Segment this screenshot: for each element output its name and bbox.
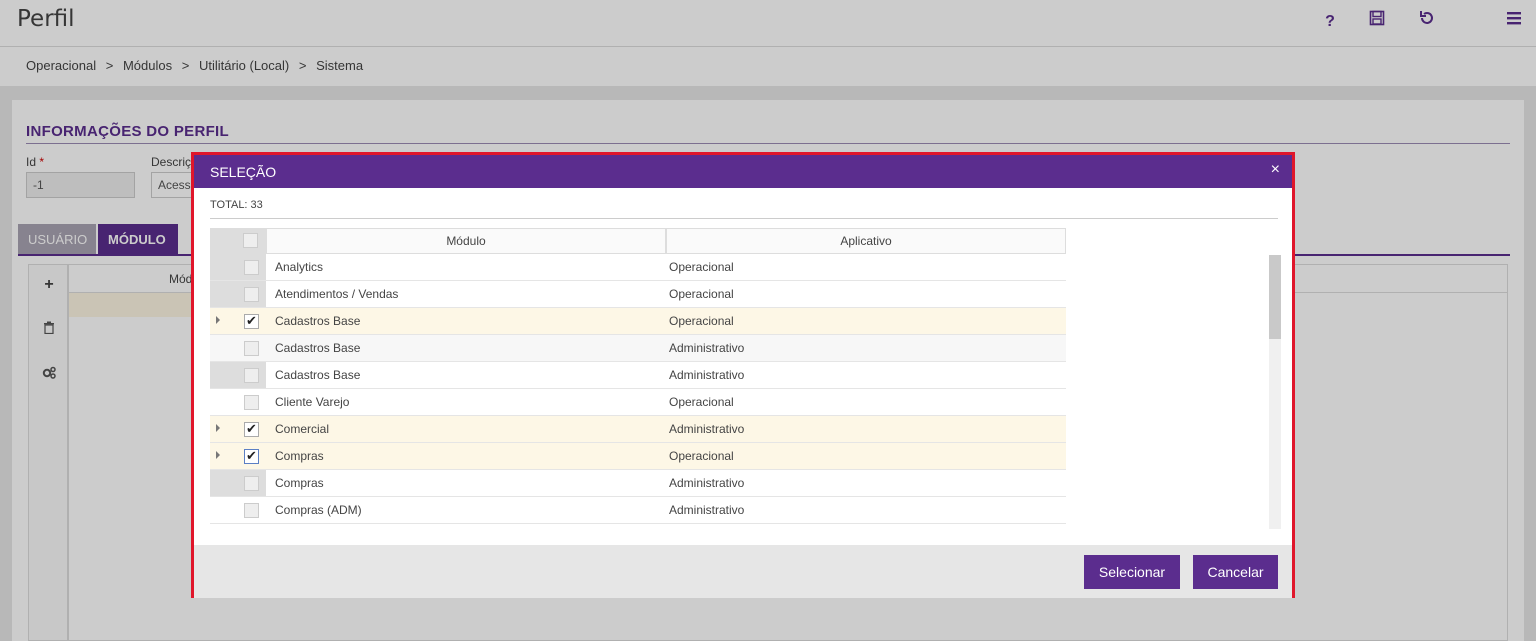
cell-aplicativo: Administrativo [669, 476, 745, 490]
cell-aplicativo: Administrativo [669, 368, 745, 382]
scrollbar-thumb[interactable] [1269, 255, 1281, 339]
row-checkbox[interactable] [244, 287, 259, 302]
expand-arrow-icon[interactable] [216, 451, 220, 459]
expand-arrow-icon[interactable] [216, 316, 220, 324]
column-header-aplicativo[interactable]: Aplicativo [666, 228, 1066, 254]
column-header-modulo[interactable]: Módulo [266, 228, 666, 254]
modal-footer: Selecionar Cancelar [194, 545, 1292, 598]
row-checkbox[interactable] [244, 341, 259, 356]
table-row[interactable]: Compras (ADM) Administrativo [210, 497, 1066, 524]
table-row[interactable]: Cadastros Base Administrativo [210, 362, 1066, 389]
row-checkbox[interactable] [244, 260, 259, 275]
cell-modulo: Analytics [275, 260, 324, 274]
row-checkbox[interactable] [244, 368, 259, 383]
row-checkbox[interactable] [244, 503, 259, 518]
table-row[interactable]: Analytics Operacional [210, 254, 1066, 281]
select-all-cell [210, 228, 266, 254]
cancel-button[interactable]: Cancelar [1193, 555, 1278, 589]
cell-aplicativo: Operacional [669, 449, 734, 463]
expand-arrow-icon[interactable] [216, 424, 220, 432]
cell-aplicativo: Administrativo [669, 503, 745, 517]
cell-modulo: Atendimentos / Vendas [275, 287, 399, 301]
cell-modulo: Cliente Varejo [275, 395, 350, 409]
selection-modal: SELEÇÃO × TOTAL: 33 Módulo Aplicativo An… [191, 152, 1295, 598]
total-count: TOTAL: 33 [210, 199, 263, 211]
cell-aplicativo: Operacional [669, 314, 734, 328]
row-checkbox[interactable] [244, 313, 259, 329]
cell-aplicativo: Administrativo [669, 422, 745, 436]
table-row[interactable]: Atendimentos / Vendas Operacional [210, 281, 1066, 308]
table-row[interactable]: Compras Administrativo [210, 470, 1066, 497]
row-checkbox[interactable] [244, 395, 259, 410]
modal-title: SELEÇÃO [210, 164, 277, 180]
cell-modulo: Cadastros Base [275, 314, 361, 328]
selection-grid: Módulo Aplicativo Analytics Operacional … [210, 228, 1266, 528]
cell-aplicativo: Operacional [669, 287, 734, 301]
row-checkbox[interactable] [244, 448, 259, 464]
table-row[interactable]: Comercial Administrativo [210, 416, 1066, 443]
scrollbar[interactable] [1269, 255, 1281, 529]
cell-modulo: Cadastros Base [275, 341, 361, 355]
modal-header: SELEÇÃO × [194, 155, 1292, 188]
grid-header: Módulo Aplicativo [210, 228, 1066, 254]
cell-modulo: Cadastros Base [275, 368, 361, 382]
table-row[interactable]: Compras Operacional [210, 443, 1066, 470]
cell-aplicativo: Operacional [669, 395, 734, 409]
row-checkbox[interactable] [244, 476, 259, 491]
select-button[interactable]: Selecionar [1084, 555, 1180, 589]
total-divider [210, 218, 1278, 219]
row-checkbox[interactable] [244, 421, 259, 437]
cell-modulo: Comercial [275, 422, 330, 436]
table-row[interactable]: Cliente Varejo Operacional [210, 389, 1066, 416]
cell-aplicativo: Operacional [669, 260, 734, 274]
close-icon[interactable]: × [1271, 161, 1280, 179]
select-all-checkbox[interactable] [243, 233, 258, 248]
table-row[interactable]: Cadastros Base Operacional [210, 308, 1066, 335]
cell-aplicativo: Administrativo [669, 341, 745, 355]
cell-modulo: Compras (ADM) [275, 503, 362, 517]
cell-modulo: Compras [275, 476, 324, 490]
cell-modulo: Compras [275, 449, 324, 463]
table-row[interactable]: Cadastros Base Administrativo [210, 335, 1066, 362]
